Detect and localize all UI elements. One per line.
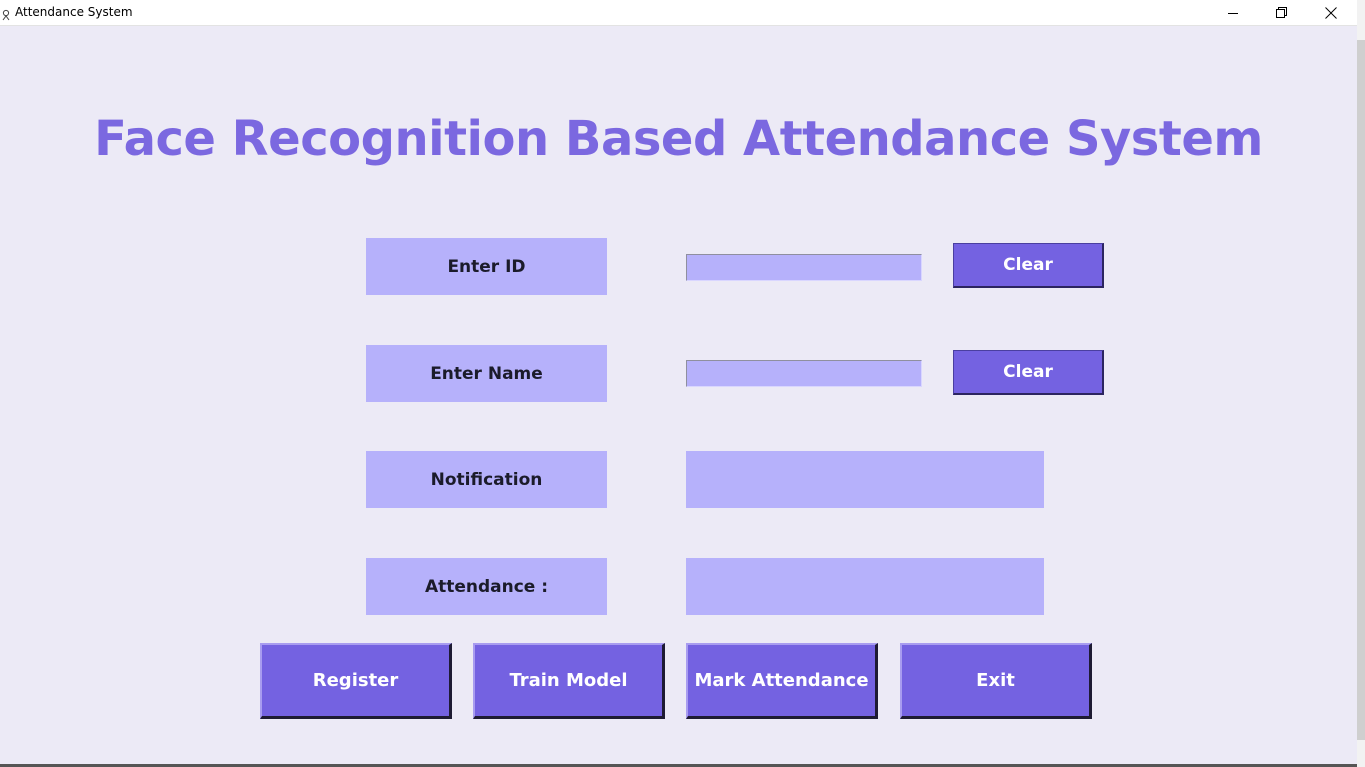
name-input[interactable] (686, 360, 922, 387)
clear-id-button[interactable]: Clear (953, 243, 1104, 288)
name-label: Enter Name (366, 345, 607, 402)
main-panel: Face Recognition Based Attendance System… (0, 26, 1357, 764)
notification-output (686, 451, 1044, 508)
feather-icon (1, 6, 13, 21)
minimize-icon (1228, 12, 1238, 14)
restore-icon (1275, 7, 1287, 18)
clear-name-button[interactable]: Clear (953, 350, 1104, 395)
id-input[interactable] (686, 254, 922, 281)
page-title: Face Recognition Based Attendance System (94, 111, 1263, 167)
id-label: Enter ID (366, 238, 607, 295)
minimize-button[interactable] (1210, 0, 1256, 25)
close-button[interactable] (1308, 0, 1354, 25)
window-title: Attendance System (15, 5, 133, 19)
attendance-label: Attendance : (366, 558, 607, 615)
window-edge-bar (1357, 40, 1365, 740)
register-button[interactable]: Register (260, 643, 452, 719)
restore-button[interactable] (1258, 0, 1304, 25)
attendance-output (686, 558, 1044, 615)
close-icon (1325, 6, 1337, 19)
notification-label: Notification (366, 451, 607, 508)
mark-attendance-button[interactable]: Mark Attendance (686, 643, 878, 719)
exit-button[interactable]: Exit (900, 643, 1092, 719)
window-right-edge (1357, 0, 1365, 767)
window-titlebar: Attendance System (0, 0, 1357, 26)
train-model-button[interactable]: Train Model (473, 643, 665, 719)
